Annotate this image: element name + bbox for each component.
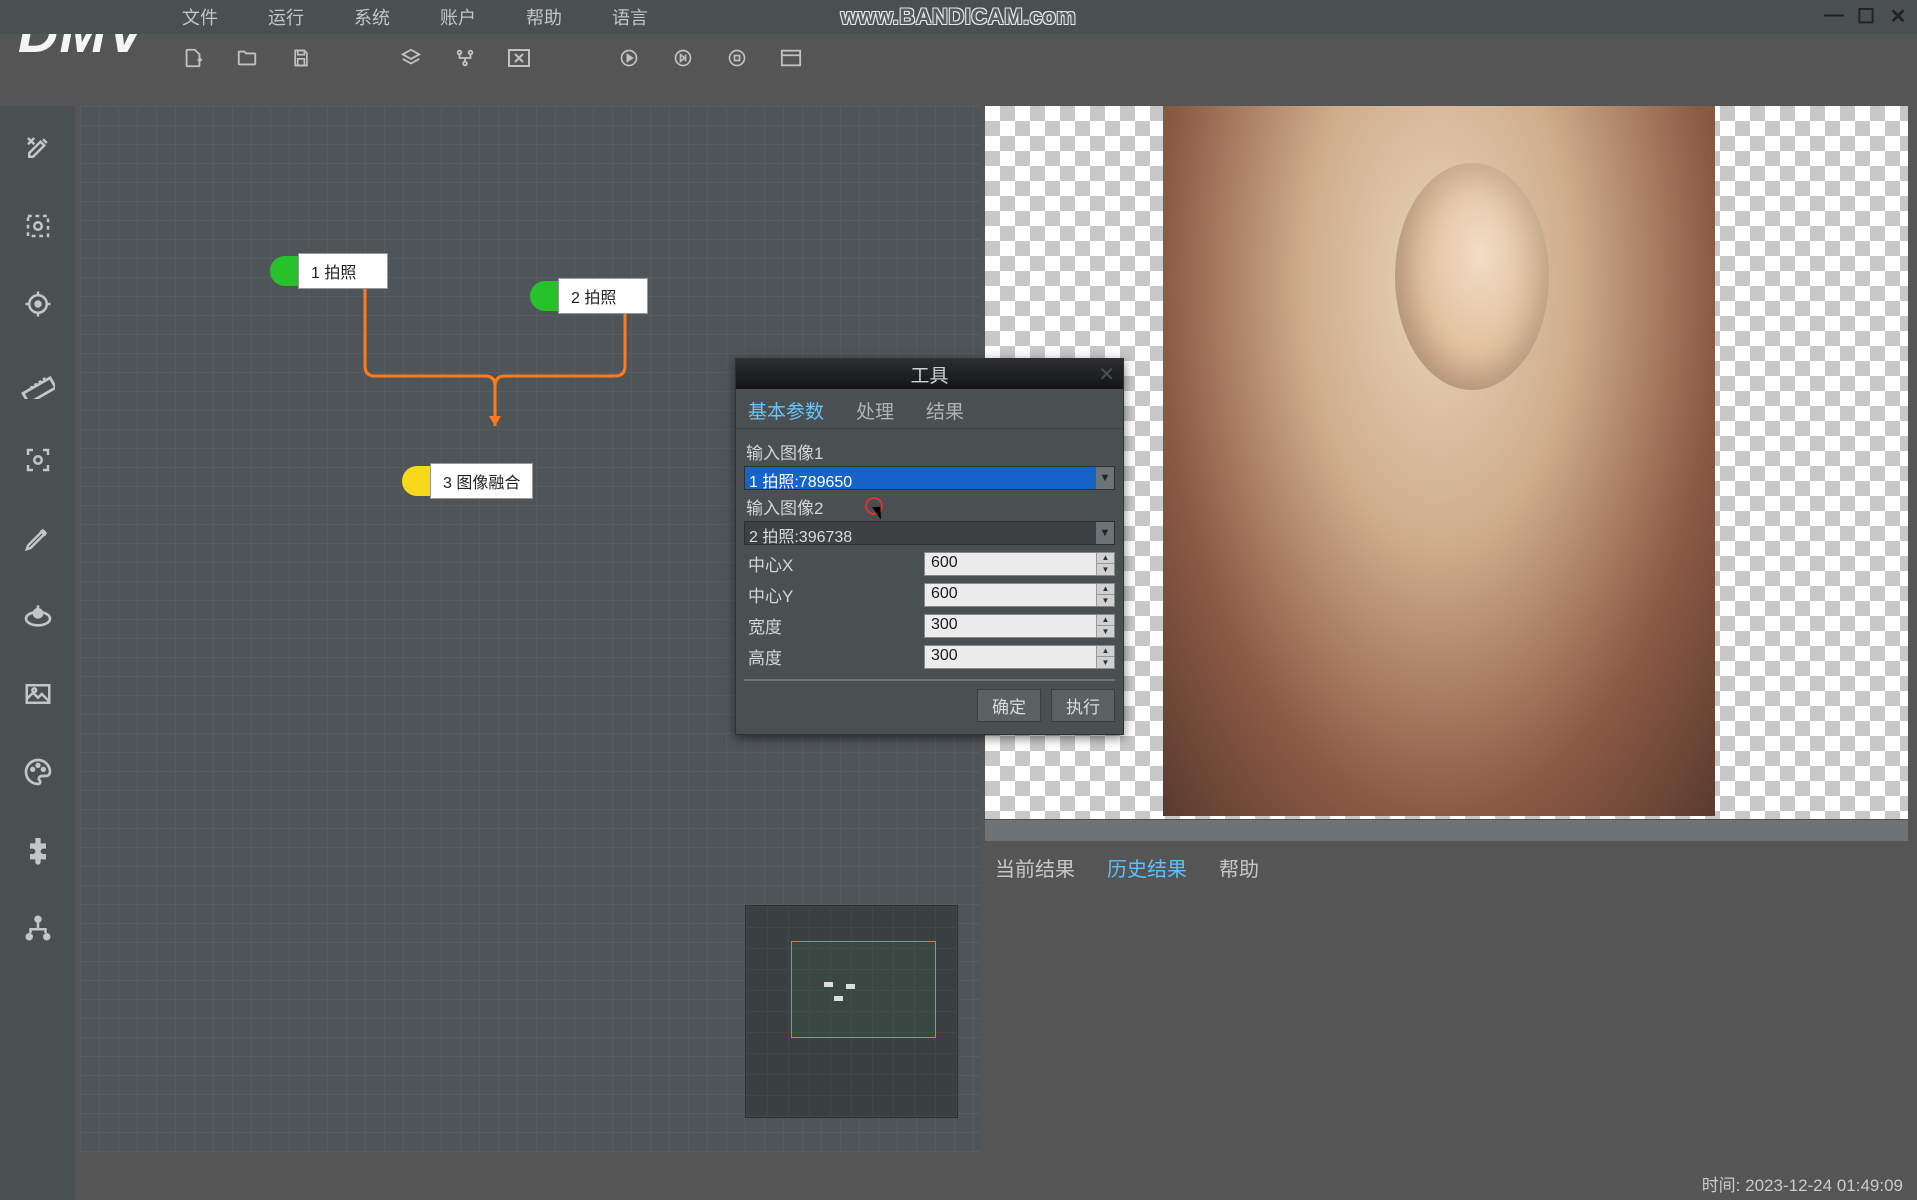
horizontal-scrollbar[interactable]	[985, 819, 1908, 841]
height-input[interactable]: 300 ▲▼	[924, 645, 1115, 669]
minimap-node-icon	[824, 982, 833, 987]
window-icon[interactable]	[778, 45, 804, 71]
menu-file[interactable]: 文件	[182, 4, 218, 30]
spinner-buttons[interactable]: ▲▼	[1096, 553, 1114, 575]
combo-value: 2 拍照:396738	[749, 529, 852, 546]
minimap[interactable]	[745, 905, 958, 1118]
spin-value: 300	[931, 647, 958, 664]
dialog-body: 输入图像1 1 拍照:789650 ▼ 输入图像2 2 拍照:396738 ▼ …	[736, 429, 1123, 681]
window-minimize-button[interactable]: —	[1823, 4, 1845, 29]
tool-sidebar	[0, 106, 75, 1200]
node-port-icon	[270, 256, 300, 286]
window-close-button[interactable]: ✕	[1887, 4, 1909, 29]
pen-icon[interactable]	[20, 520, 56, 556]
variable-icon[interactable]	[506, 45, 532, 71]
spin-value: 600	[931, 585, 958, 602]
recorder-watermark: www.BANDICAM.com	[841, 4, 1077, 30]
new-file-icon[interactable]	[180, 45, 206, 71]
node-capture-2[interactable]: 2 拍照	[530, 278, 648, 314]
node-image-merge[interactable]: 3 图像融合	[402, 463, 533, 499]
input-image2-label: 输入图像2	[746, 494, 1113, 519]
preview-image	[1163, 106, 1715, 816]
spinner-buttons[interactable]: ▲▼	[1096, 615, 1114, 637]
minimap-node-icon	[834, 996, 843, 1001]
node-label: 2 拍照	[558, 278, 648, 314]
dialog-title: 工具	[910, 361, 948, 388]
layers-icon[interactable]	[398, 45, 424, 71]
spinner-buttons[interactable]: ▲▼	[1096, 584, 1114, 606]
menu-system[interactable]: 系统	[354, 4, 390, 30]
height-label: 高度	[744, 644, 924, 669]
menu-run[interactable]: 运行	[268, 4, 304, 30]
crop-icon[interactable]	[20, 208, 56, 244]
input-image1-label: 输入图像1	[746, 439, 1113, 464]
width-input[interactable]: 300 ▲▼	[924, 614, 1115, 638]
minimap-viewport[interactable]	[791, 941, 936, 1038]
dialog-close-button[interactable]: ✕	[1098, 362, 1115, 387]
spin-value: 300	[931, 616, 958, 633]
exec-button[interactable]: 执行	[1051, 689, 1115, 722]
menu-account[interactable]: 账户	[440, 4, 476, 30]
spinner-buttons[interactable]: ▲▼	[1096, 646, 1114, 668]
target-icon[interactable]	[20, 286, 56, 322]
spin-value: 600	[931, 554, 958, 571]
center-x-input[interactable]: 600 ▲▼	[924, 552, 1115, 576]
open-folder-icon[interactable]	[234, 45, 260, 71]
tab-process[interactable]: 处理	[856, 397, 894, 424]
save-icon[interactable]	[288, 45, 314, 71]
ruler-icon[interactable]	[20, 364, 56, 400]
tool-dialog: 工具 ✕ 基本参数 处理 结果 输入图像1 1 拍照:789650 ▼ 输入图像…	[735, 358, 1124, 735]
play-icon[interactable]	[616, 45, 642, 71]
chevron-down-icon[interactable]: ▼	[1096, 467, 1114, 489]
tab-result[interactable]: 结果	[926, 397, 964, 424]
palette-icon[interactable]	[20, 754, 56, 790]
chevron-down-icon[interactable]: ▼	[1096, 522, 1114, 544]
play-step-icon[interactable]	[670, 45, 696, 71]
tab-help[interactable]: 帮助	[1219, 853, 1259, 882]
menu-language[interactable]: 语言	[612, 4, 648, 30]
status-bar-time: 时间: 2023-12-24 01:49:09	[1702, 1171, 1903, 1196]
plugin-icon[interactable]	[20, 832, 56, 868]
flow-icon[interactable]	[452, 45, 478, 71]
tab-basic-params[interactable]: 基本参数	[748, 397, 824, 424]
node-capture-1[interactable]: 1 拍照	[270, 253, 388, 289]
menu-help[interactable]: 帮助	[526, 4, 562, 30]
minimap-node-icon	[846, 984, 855, 989]
tools-icon[interactable]	[20, 130, 56, 166]
center-y-label: 中心Y	[744, 582, 924, 607]
center-y-input[interactable]: 600 ▲▼	[924, 583, 1115, 607]
window-controls: — ☐ ✕	[1823, 4, 1909, 29]
width-label: 宽度	[744, 613, 924, 638]
input-image1-combo[interactable]: 1 拍照:789650 ▼	[744, 466, 1115, 490]
center-x-label: 中心X	[744, 551, 924, 576]
results-tab-bar: 当前结果 历史结果 帮助	[985, 848, 1259, 886]
tab-history-result[interactable]: 历史结果	[1107, 853, 1187, 882]
image-icon[interactable]	[20, 676, 56, 712]
dialog-divider	[744, 679, 1115, 681]
node-label: 1 拍照	[298, 253, 388, 289]
dialog-tabs: 基本参数 处理 结果	[736, 389, 1123, 429]
toolbar	[180, 34, 804, 81]
combo-value: 1 拍照:789650	[749, 474, 852, 491]
ok-button[interactable]: 确定	[977, 689, 1041, 722]
node-port-icon	[530, 281, 560, 311]
window-maximize-button[interactable]: ☐	[1855, 4, 1877, 29]
dialog-titlebar[interactable]: 工具 ✕	[736, 359, 1123, 389]
focus-icon[interactable]	[20, 442, 56, 478]
locate-icon[interactable]	[20, 598, 56, 634]
stop-icon[interactable]	[724, 45, 750, 71]
hierarchy-icon[interactable]	[20, 910, 56, 946]
node-label: 3 图像融合	[430, 463, 533, 499]
node-port-icon	[402, 466, 432, 496]
input-image2-combo[interactable]: 2 拍照:396738 ▼	[744, 521, 1115, 545]
tab-current-result[interactable]: 当前结果	[995, 853, 1075, 882]
